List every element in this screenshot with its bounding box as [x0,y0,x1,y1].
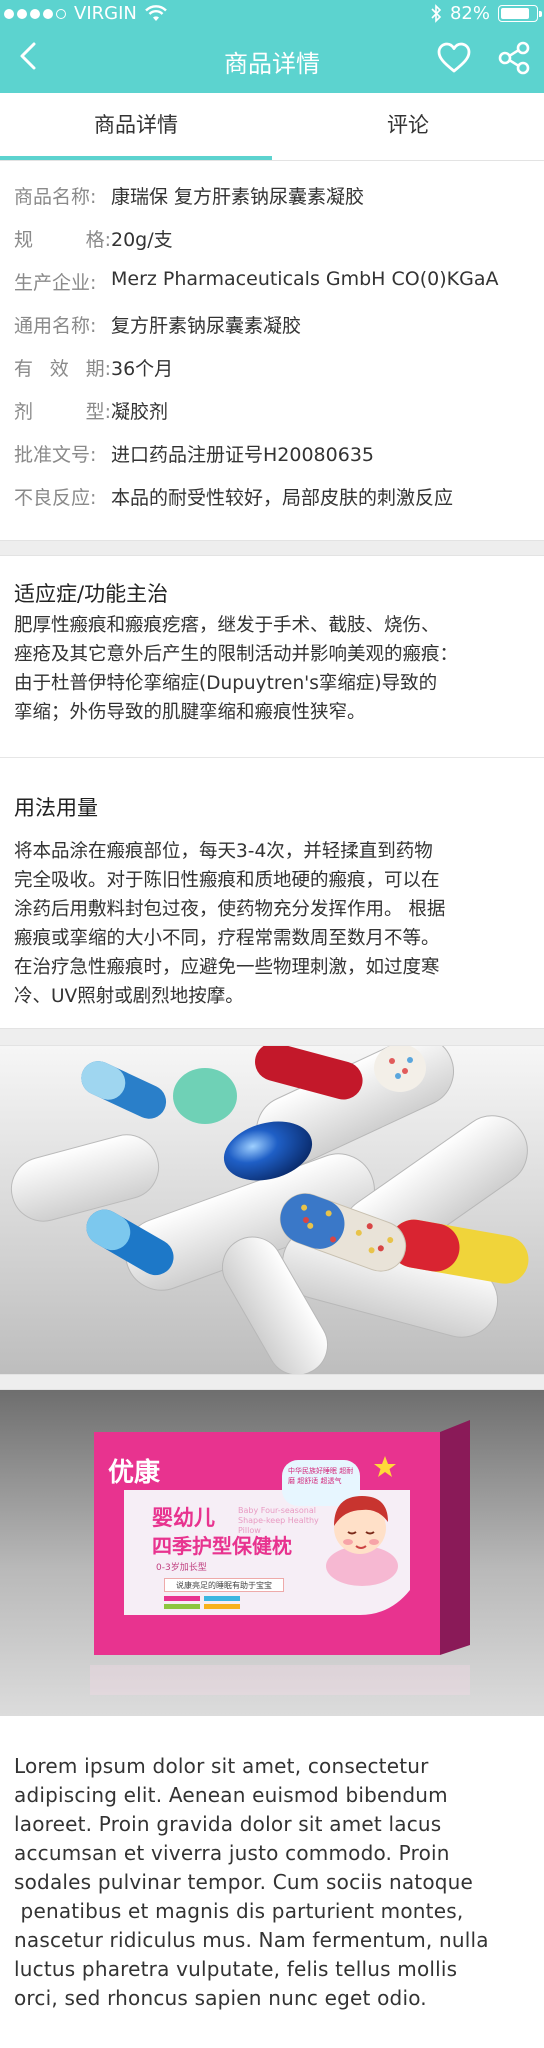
section-divider [0,540,544,556]
bluetooth-icon [431,4,442,23]
package-color-bars [164,1596,240,1609]
package-banner: 说康亮足的睡眠有助于宝宝 [164,1578,284,1592]
info-value: 复方肝素钠尿囊素凝胶 [111,315,302,337]
usage-text: 将本品涂在瘢痕部位，每天3-4次，并轻揉直到药物 完全吸收。对于陈旧性瘢痕和质地… [14,841,446,1007]
section-divider [0,1374,544,1390]
info-label: 生产企业: [14,272,97,294]
package-brand: 优康 [108,1458,161,1488]
heart-icon [437,42,471,73]
navigation-bar: 商品详情 [0,28,544,93]
info-label: 不良反应: [14,487,97,509]
signal-strength-icon [4,8,66,19]
indications-title: 适应症/功能主治 [14,582,169,606]
package-name-line2: 四季护型保健枕 [152,1534,292,1558]
info-row: 通用名称: 复方肝素钠尿囊素凝胶 [14,311,301,338]
info-value: 本品的耐受性较好，局部皮肤的刺激反应 [111,487,454,509]
carrier-name: VIRGIN [74,3,137,24]
cartoon-baby-illustration [326,1496,398,1586]
tab-bar: 商品详情 评论 [0,93,544,161]
info-label: 商品名称: [14,186,97,208]
battery-icon [498,5,542,22]
info-row: 不良反应: 本品的耐受性较好，局部皮肤的刺激反应 [14,483,453,510]
share-icon [498,41,530,75]
pills-photo [0,1046,544,1374]
description-text: Lorem ipsum dolor sit amet, consectetur … [14,1754,489,2010]
package-photo: 优康 婴幼儿 Baby Four-seasonal Shape-keep Hea… [0,1390,544,1716]
info-value: 20g/支 [111,229,173,251]
info-label: 有效期: [14,358,111,380]
indications-text: 肥厚性瘢痕和瘢痕疙瘩，继发于手术、截肢、烧伤、 痤疮及其它意外后产生的限制活动并… [14,615,459,723]
back-arrow-icon [20,42,36,70]
info-label: 批准文号: [14,444,97,466]
info-label: 规格: [14,229,111,251]
package-name-line1: 婴幼儿 [152,1506,215,1530]
usage-title: 用法用量 [14,796,98,820]
info-row: 规格: 20g/支 [14,225,173,252]
tab-product-details[interactable]: 商品详情 [0,93,272,160]
tab-reviews[interactable]: 评论 [272,93,544,160]
info-row: 生产企业: Merz Pharmaceuticals GmbH CO(0)KGa… [14,268,498,295]
section-divider [0,1028,544,1046]
wifi-icon [145,4,167,21]
package-age: 0-3岁加长型 [156,1563,207,1573]
battery-percent: 82% [449,3,490,24]
info-value: 进口药品注册证号H20080635 [111,444,374,466]
star-icon [374,1456,396,1477]
info-label: 剂型: [14,401,111,423]
info-row: 有效期: 36个月 [14,354,173,381]
info-label: 通用名称: [14,315,97,337]
indications-section: 适应症/功能主治 肥厚性瘢痕和瘢痕疙瘩，继发于手术、截肢、烧伤、 痤疮及其它意外… [0,556,544,758]
favorite-button[interactable] [436,40,472,76]
info-value: 康瑞保 复方肝素钠尿囊素凝胶 [111,186,365,208]
info-row: 批准文号: 进口药品注册证号H20080635 [14,440,374,467]
usage-section: 用法用量 将本品涂在瘢痕部位，每天3-4次，并轻揉直到药物 完全吸收。对于陈旧性… [0,758,544,1043]
info-row: 剂型: 凝胶剂 [14,397,168,424]
info-value: 36个月 [111,358,174,380]
share-button[interactable] [496,40,532,76]
info-row: 商品名称: 康瑞保 复方肝素钠尿囊素凝胶 [14,182,364,209]
info-value: 凝胶剂 [111,401,169,423]
info-value: Merz Pharmaceuticals GmbH CO(0)KGaA [111,268,499,290]
back-button[interactable] [12,38,52,78]
status-bar: VIRGIN 82% [0,0,544,28]
product-info-list: 商品名称: 康瑞保 复方肝素钠尿囊素凝胶 规格: 20g/支 生产企业: Mer… [0,161,544,541]
